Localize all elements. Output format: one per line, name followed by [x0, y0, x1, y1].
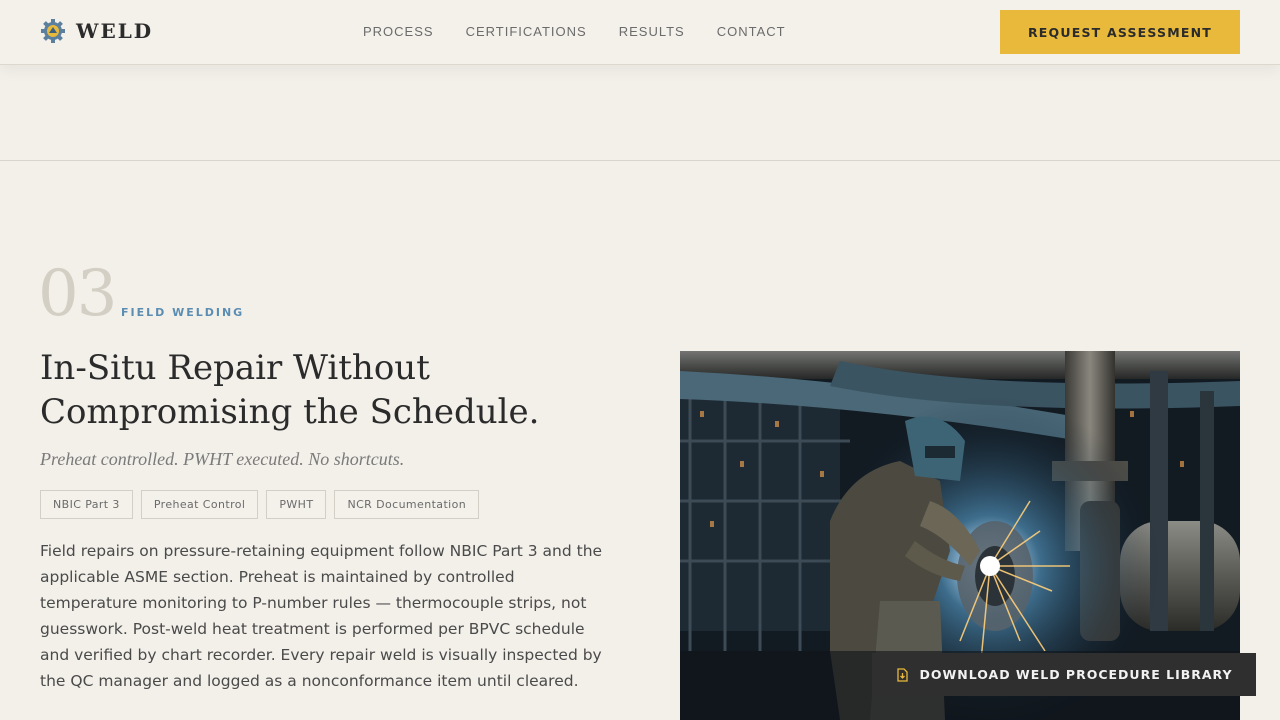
request-assessment-button[interactable]: REQUEST ASSESSMENT: [1000, 10, 1240, 54]
nav-process[interactable]: PROCESS: [363, 23, 434, 41]
step-number: 03: [38, 257, 117, 331]
section-eyebrow: FIELD WELDING: [121, 306, 245, 319]
nav-contact[interactable]: CONTACT: [717, 23, 786, 41]
nav-certifications[interactable]: CERTIFICATIONS: [466, 23, 587, 41]
tag-ncr: NCR Documentation: [334, 490, 480, 519]
tag-nbic: NBIC Part 3: [40, 490, 133, 519]
section-body: Field repairs on pressure-retaining equi…: [40, 542, 603, 690]
main-nav: PROCESS CERTIFICATIONS RESULTS CONTACT: [363, 23, 818, 41]
tag-list: NBIC Part 3 Preheat Control PWHT NCR Doc…: [40, 490, 487, 519]
logo[interactable]: WELD: [40, 18, 153, 44]
document-download-icon: [897, 667, 909, 682]
site-header: WELD PROCESS CERTIFICATIONS RESULTS CONT…: [0, 0, 1280, 65]
tag-pwht: PWHT: [266, 490, 327, 519]
nav-results[interactable]: RESULTS: [619, 23, 685, 41]
section-subhead: Preheat controlled. PWHT executed. No sh…: [40, 449, 405, 469]
section-divider: [0, 160, 1280, 161]
download-label: DOWNLOAD WELD PROCEDURE LIBRARY: [919, 667, 1233, 682]
logo-text: WELD: [76, 19, 154, 43]
tag-preheat: Preheat Control: [140, 490, 259, 519]
download-procedure-library-button[interactable]: DOWNLOAD WELD PROCEDURE LIBRARY: [872, 653, 1256, 696]
gear-icon: [41, 19, 65, 43]
section-headline: In-Situ Repair Without Compromising the …: [40, 348, 540, 432]
